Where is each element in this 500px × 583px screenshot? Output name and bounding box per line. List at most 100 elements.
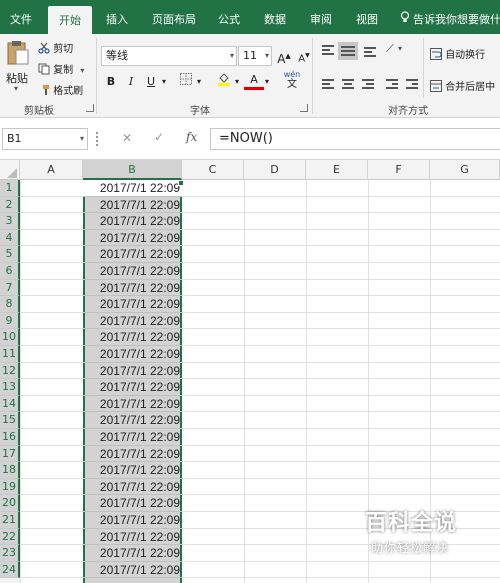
cell-b[interactable]: 2017/7/1 22:09	[83, 263, 182, 280]
cell-b[interactable]: 2017/7/1 22:09	[83, 313, 182, 330]
font-color-button[interactable]: A	[244, 70, 264, 90]
tab-data[interactable]: 数据	[258, 0, 292, 34]
cell-b[interactable]: 2017/7/1 22:09	[83, 562, 182, 579]
row-header[interactable]: 21	[0, 512, 20, 529]
row-header[interactable]: 16	[0, 429, 20, 446]
increase-font-size-button[interactable]: A▲	[274, 46, 294, 66]
column-header-g[interactable]: G	[430, 160, 500, 180]
row-header[interactable]: 10	[0, 329, 20, 346]
row-header[interactable]: 13	[0, 379, 20, 396]
tab-view[interactable]: 视图	[350, 0, 384, 34]
cancel-formula-button[interactable]: ✕	[122, 131, 132, 145]
insert-function-button[interactable]: fx	[186, 130, 197, 144]
align-center-button[interactable]	[340, 78, 356, 92]
increase-indent-button[interactable]	[404, 78, 420, 92]
tab-formulas[interactable]: 公式	[212, 0, 246, 34]
wrap-text-button[interactable]: 自动换行	[430, 46, 485, 63]
cell-b[interactable]: 2017/7/1 22:09	[83, 462, 182, 479]
cell-b[interactable]: 2017/7/1 22:09	[83, 213, 182, 230]
row-header[interactable]: 24	[0, 561, 20, 579]
name-box[interactable]: B1 ▾	[2, 128, 88, 150]
active-cell-b1[interactable]: 2017/7/1 22:09	[83, 180, 182, 197]
cell-b[interactable]: 2017/7/1 22:09	[83, 495, 182, 512]
cell-b[interactable]: 2017/7/1 22:09	[83, 429, 182, 446]
cell-b[interactable]: 2017/7/1 22:09	[83, 346, 182, 363]
row-header[interactable]: 22	[0, 528, 20, 546]
borders-button[interactable]	[176, 72, 196, 92]
cell-b[interactable]: 2017/7/1 22:09	[83, 545, 182, 562]
fill-color-dropdown[interactable]: ▾	[232, 72, 242, 92]
fill-color-button[interactable]	[214, 72, 234, 92]
phonetic-button[interactable]: wén 文	[280, 70, 304, 90]
row-header[interactable]: 20	[0, 495, 20, 512]
column-header-e[interactable]: E	[306, 160, 368, 180]
cell-b[interactable]: 2017/7/1 22:09	[83, 446, 182, 463]
format-painter-button[interactable]: 格式刷	[38, 82, 83, 99]
tell-me-search[interactable]: 告诉我你想要做什	[400, 0, 500, 34]
align-bottom-button[interactable]	[362, 44, 378, 58]
cut-button[interactable]: 剪切	[38, 40, 73, 57]
row-header[interactable]: 9	[0, 312, 20, 330]
italic-button[interactable]: I	[121, 72, 141, 92]
cell-b[interactable]: 2017/7/1 22:09	[83, 197, 182, 214]
select-all-corner[interactable]	[0, 160, 20, 180]
row-header[interactable]: 19	[0, 478, 20, 496]
row-header[interactable]: 15	[0, 412, 20, 429]
cell-b[interactable]: 2017/7/1 22:09	[83, 329, 182, 346]
font-name-select[interactable]: 等线 ▾	[101, 46, 237, 66]
decrease-font-size-button[interactable]: A▼	[294, 46, 314, 66]
align-middle-button[interactable]	[338, 42, 358, 60]
row-header[interactable]: 14	[0, 395, 20, 413]
font-size-select[interactable]: 11 ▾	[238, 46, 272, 66]
underline-button[interactable]: U	[141, 72, 161, 92]
tab-home[interactable]: 开始	[48, 6, 92, 34]
row-header[interactable]: 4	[0, 229, 20, 247]
column-header-d[interactable]: D	[244, 160, 306, 180]
cell-b[interactable]: 2017/7/1 22:09	[83, 296, 182, 313]
row-header[interactable]: 1	[0, 180, 20, 197]
tab-page-layout[interactable]: 页面布局	[146, 0, 202, 34]
paste-button[interactable]: 粘贴 ▾	[4, 40, 32, 96]
cell-b[interactable]: 2017/7/1 22:09	[83, 512, 182, 529]
font-color-dropdown[interactable]: ▾	[262, 72, 272, 92]
align-left-button[interactable]	[320, 78, 336, 92]
row-header[interactable]: 11	[0, 346, 20, 363]
copy-button[interactable]: 复制 ▾	[38, 61, 84, 78]
row-header[interactable]: 17	[0, 445, 20, 463]
align-top-button[interactable]	[320, 44, 336, 58]
row-header[interactable]: 12	[0, 362, 20, 380]
row-header[interactable]: 7	[0, 279, 20, 297]
cell-b[interactable]: 2017/7/1 22:09	[83, 396, 182, 413]
row-header[interactable]: 2	[0, 196, 20, 214]
formula-input[interactable]: =NOW()	[210, 128, 500, 150]
cell-b[interactable]: 2017/7/1 22:09	[83, 230, 182, 247]
orientation-button[interactable]: ⟋ ▾	[386, 42, 408, 58]
tab-file[interactable]: 文件	[6, 0, 36, 34]
cell-b[interactable]: 2017/7/1 22:09	[83, 363, 182, 380]
cell-b[interactable]: 2017/7/1 22:09	[83, 246, 182, 263]
cell-b[interactable]: 2017/7/1 22:09	[83, 379, 182, 396]
row-header[interactable]: 23	[0, 545, 20, 562]
cell-b[interactable]: 2017/7/1 22:09	[83, 412, 182, 429]
column-header-a[interactable]: A	[20, 160, 83, 180]
row-header[interactable]: 8	[0, 296, 20, 313]
column-header-c[interactable]: C	[182, 160, 244, 180]
bold-button[interactable]: B	[101, 72, 121, 92]
underline-dropdown[interactable]: ▾	[159, 72, 169, 92]
column-header-f[interactable]: F	[368, 160, 430, 180]
font-launcher-icon[interactable]	[300, 104, 308, 112]
cell-b[interactable]: 2017/7/1 22:09	[83, 529, 182, 546]
tab-insert[interactable]: 插入	[100, 0, 134, 34]
clipboard-launcher-icon[interactable]	[86, 104, 94, 112]
borders-dropdown[interactable]: ▾	[194, 72, 204, 92]
row-header[interactable]: 18	[0, 462, 20, 479]
cell-b[interactable]: 2017/7/1 22:09	[83, 479, 182, 496]
enter-formula-button[interactable]: ✓	[154, 130, 164, 144]
decrease-indent-button[interactable]	[384, 78, 400, 92]
align-right-button[interactable]	[360, 78, 376, 92]
tab-review[interactable]: 审阅	[304, 0, 338, 34]
merge-center-button[interactable]: 合并后居中	[430, 78, 495, 95]
fill-handle[interactable]	[178, 180, 184, 186]
row-header[interactable]: 3	[0, 213, 20, 230]
row-header[interactable]: 5	[0, 246, 20, 263]
